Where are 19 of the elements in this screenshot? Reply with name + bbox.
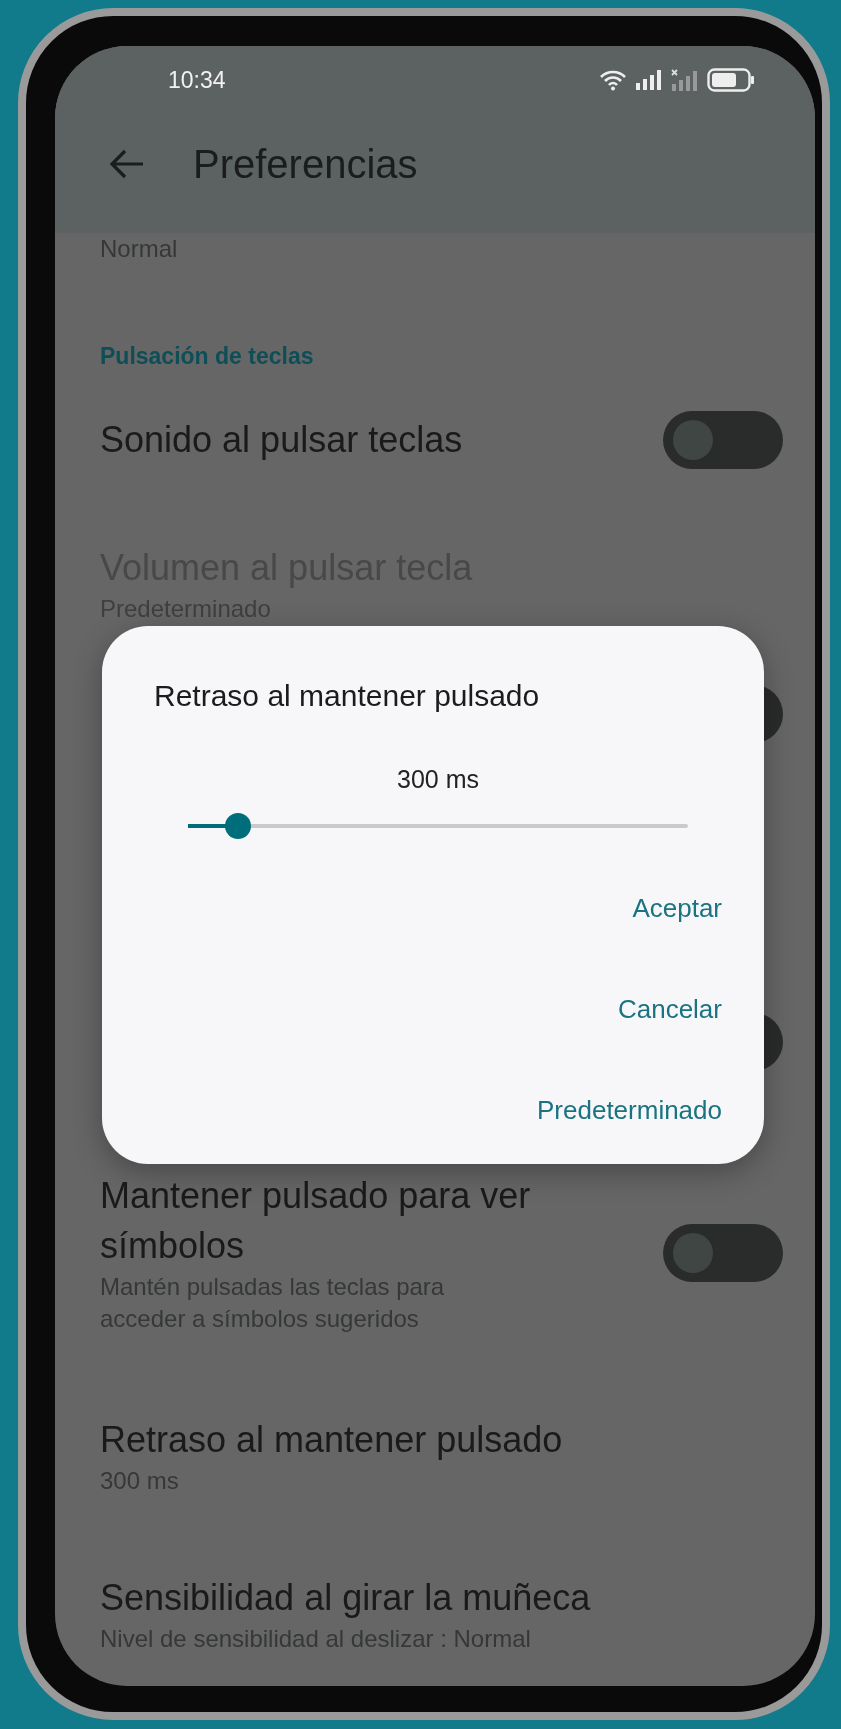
dialog-button[interactable]: Aceptar bbox=[632, 880, 722, 936]
preference-title: Sensibilidad al girar la muñeca bbox=[100, 1576, 592, 1620]
no-signal-icon bbox=[671, 69, 699, 91]
dialog-button[interactable]: Predeterminado bbox=[537, 1082, 722, 1138]
preference-title: Sonido al pulsar teclas bbox=[100, 418, 464, 462]
dialog-title: Retraso al mantener pulsado bbox=[154, 678, 541, 714]
slider-thumb[interactable] bbox=[225, 813, 251, 839]
slider-value: 300 ms bbox=[396, 764, 480, 794]
toggle-switch[interactable] bbox=[663, 1224, 783, 1282]
wifi-icon bbox=[599, 69, 627, 91]
signal-icon bbox=[635, 70, 663, 90]
toggle-switch[interactable] bbox=[663, 411, 783, 469]
category-header: Pulsación de teclas bbox=[100, 342, 315, 371]
status-time: 10:34 bbox=[168, 66, 227, 94]
battery-icon bbox=[707, 68, 755, 92]
preference-title: Mantener pulsado para ver símbolos bbox=[100, 1174, 532, 1268]
preference-title: Retraso al mantener pulsado bbox=[100, 1418, 564, 1462]
dialog-button[interactable]: Cancelar bbox=[617, 981, 722, 1037]
screen-title: Preferencias bbox=[193, 141, 418, 187]
